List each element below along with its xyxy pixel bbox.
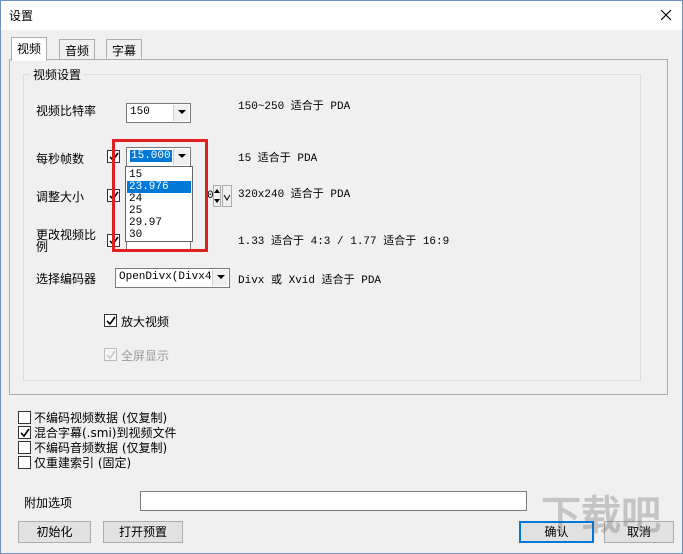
bitrate-hint: 150~250 适合于 PDA: [238, 101, 351, 113]
option-checkbox[interactable]: [18, 411, 31, 424]
resize-dropdown-button[interactable]: [222, 185, 232, 207]
group-title: 视频设置: [30, 66, 85, 83]
tab-subtitle[interactable]: 字幕: [106, 39, 143, 59]
tab-video[interactable]: 视频: [11, 37, 48, 61]
enlarge-label: 放大视频: [121, 315, 170, 329]
title-bar: 设置: [1, 1, 682, 30]
tab-label: 视频: [17, 42, 42, 56]
tab-label: 字幕: [112, 44, 137, 58]
tab-label: 音频: [65, 44, 90, 58]
fullscreen-label: 全屏显示: [121, 349, 170, 363]
extra-options-label: 附加选项: [24, 496, 73, 510]
enlarge-checkbox[interactable]: [104, 314, 117, 327]
encoder-value: OpenDivx(Divx4): [119, 271, 219, 283]
open-preset-button[interactable]: 打开预置: [103, 521, 183, 543]
resize-hint: 320x240 适合于 PDA: [238, 189, 351, 201]
fps-hint: 15 适合于 PDA: [238, 153, 318, 165]
option-checkbox[interactable]: [18, 426, 31, 439]
close-icon[interactable]: [651, 1, 681, 29]
extra-options-input[interactable]: [140, 491, 527, 511]
window-title: 设置: [9, 9, 34, 23]
encoder-label: 选择编码器: [36, 272, 97, 286]
fullscreen-checkbox[interactable]: [104, 348, 117, 361]
option-checkbox[interactable]: [18, 441, 31, 454]
svg-text:下载吧: 下载吧: [541, 493, 661, 539]
option-checkbox[interactable]: [18, 456, 31, 469]
chevron-down-icon[interactable]: [212, 270, 228, 286]
chevron-down-icon[interactable]: [173, 105, 189, 121]
bitrate-value: 150: [130, 106, 150, 118]
resize-spinner[interactable]: [213, 185, 221, 207]
fps-label: 每秒帧数: [36, 152, 85, 166]
aspect-hint: 1.33 适合于 4:3 / 1.77 适合于 16:9: [238, 236, 450, 248]
resize-label: 调整大小: [36, 190, 85, 204]
watermark-logo: 下载吧: [539, 481, 679, 551]
encoder-combo[interactable]: OpenDivx(Divx4): [115, 268, 230, 288]
settings-window: 设置 视频 音频 字幕 视频设置 视频比特率 150 150~250 适合于 P…: [0, 0, 683, 554]
aspect-label-line2: 例: [36, 240, 49, 254]
init-button[interactable]: 初始化: [18, 521, 91, 543]
tab-audio[interactable]: 音频: [59, 39, 96, 59]
encoder-hint: Divx 或 Xvid 适合于 PDA: [238, 275, 382, 287]
bitrate-combo[interactable]: 150: [126, 103, 191, 123]
annotation-highlight-box: [112, 139, 208, 252]
bitrate-label: 视频比特率: [36, 104, 97, 118]
option-label: 仅重建索引 (固定): [34, 456, 132, 470]
